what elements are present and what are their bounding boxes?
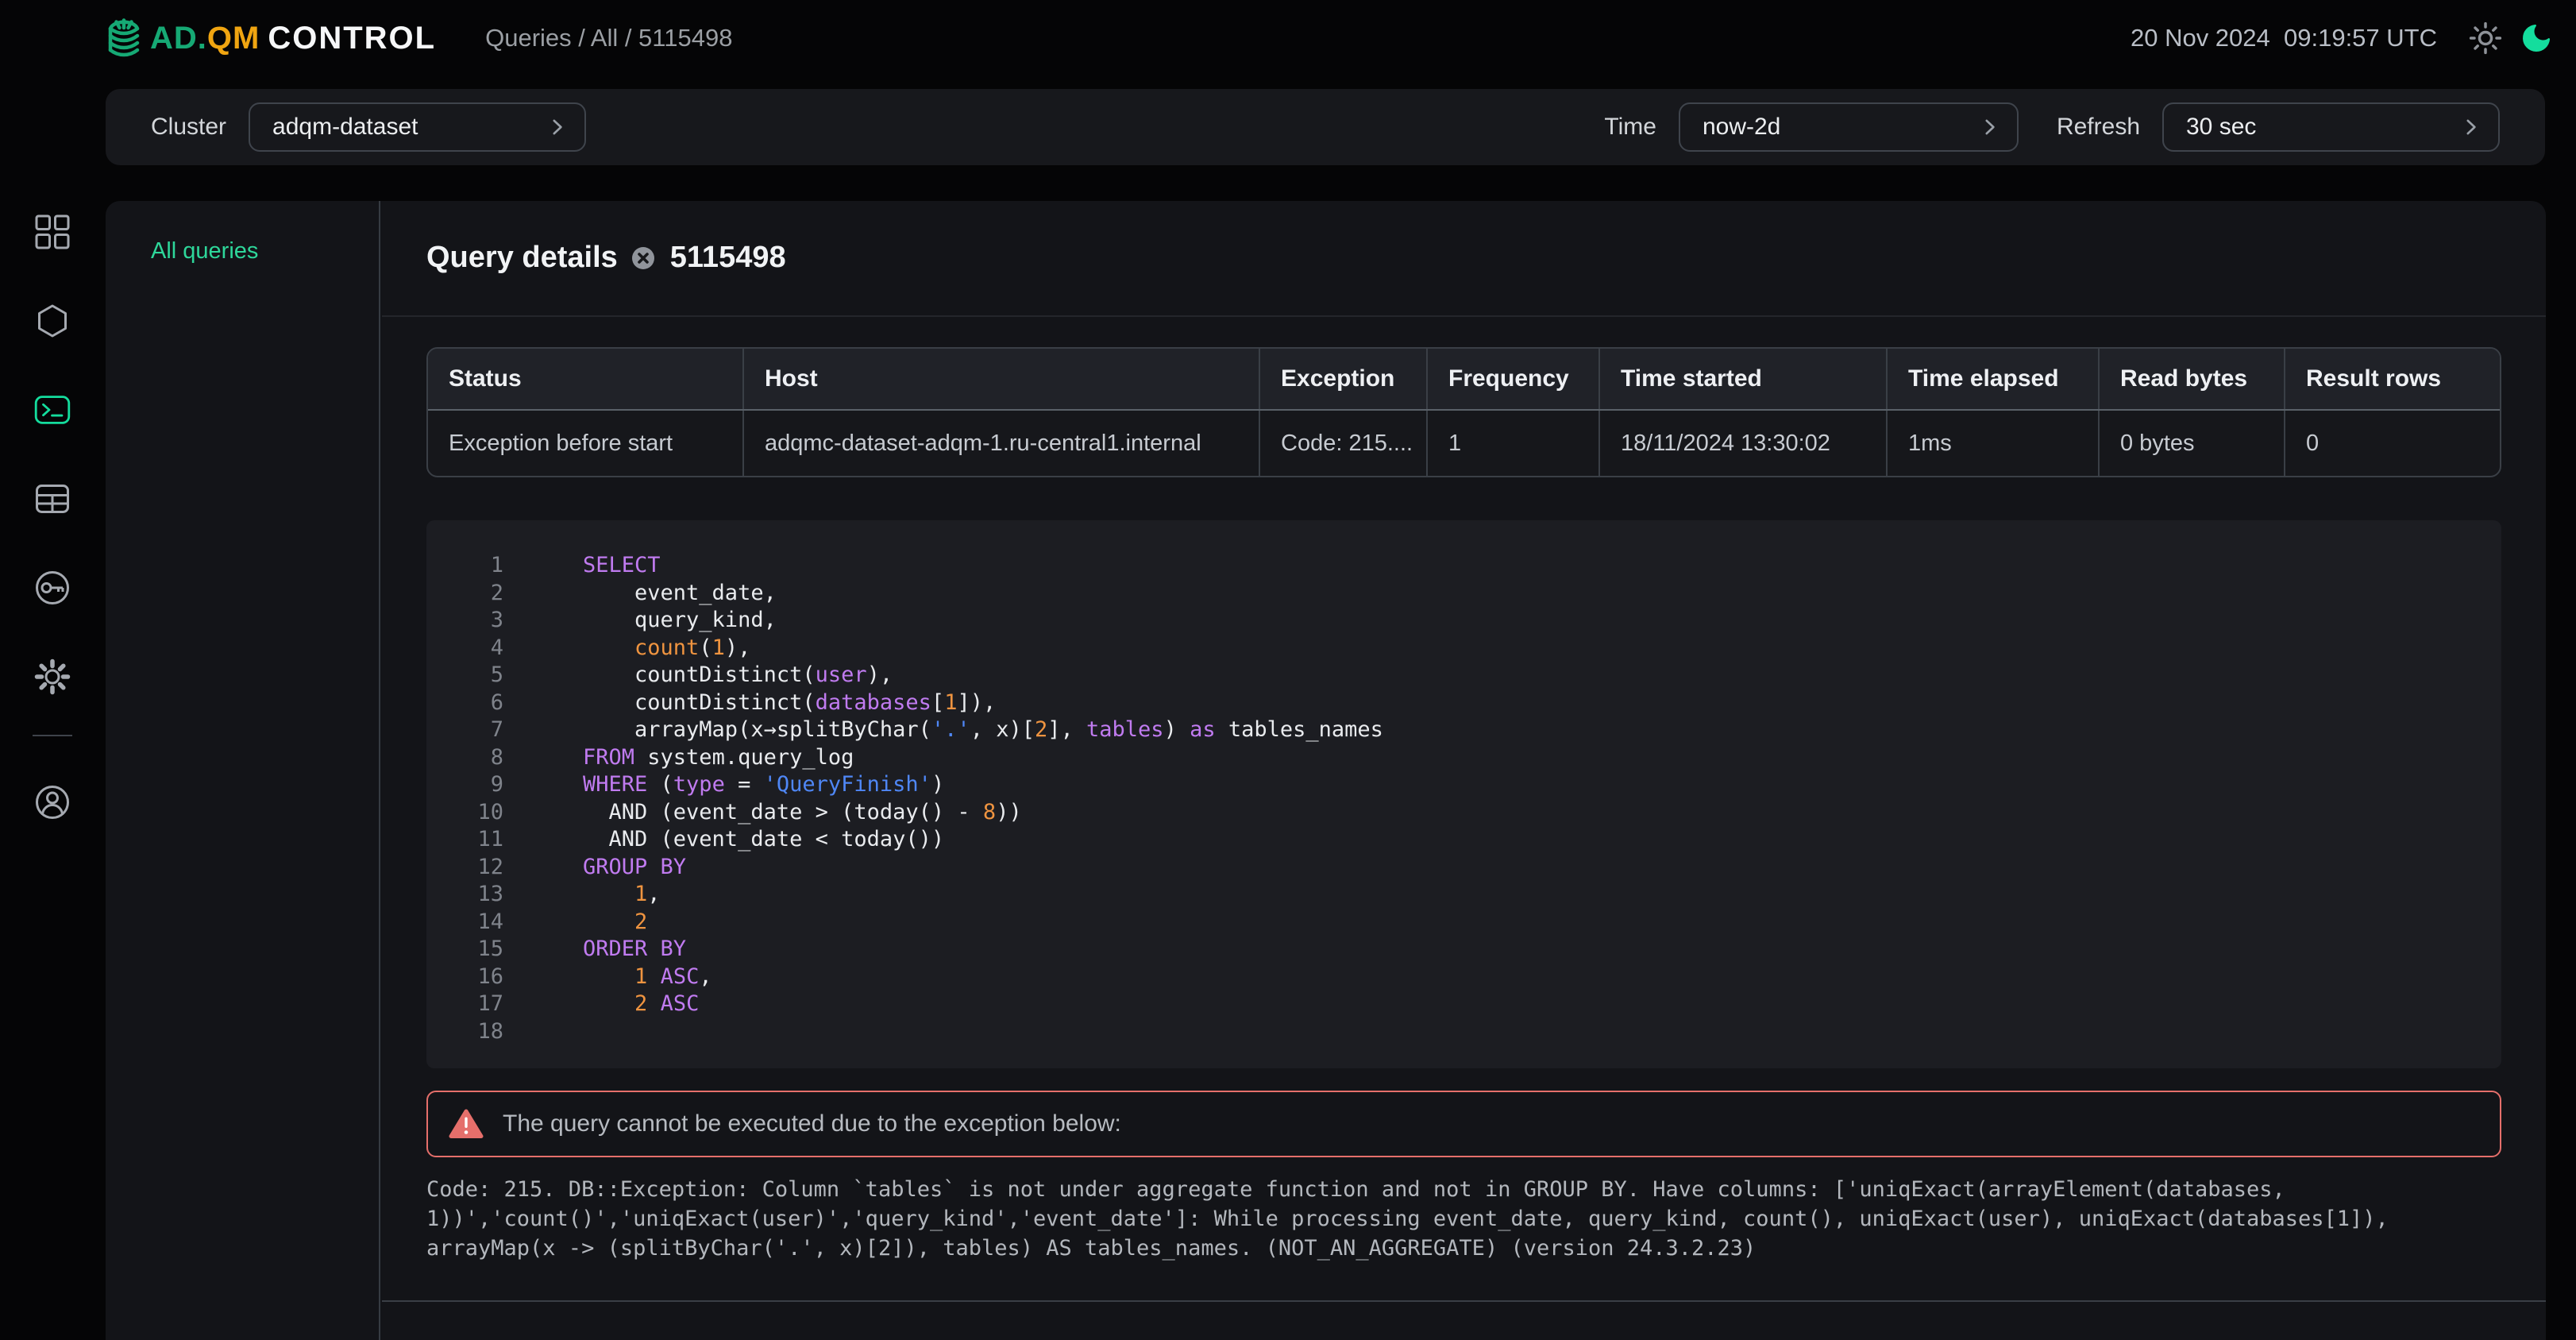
title-divider [382, 315, 2546, 317]
sql-code-block: 1SELECT2 event_date,3 query_kind,4 count… [426, 520, 2501, 1068]
code-line: 9WHERE (type = 'QueryFinish') [426, 771, 2501, 799]
code-line: 15ORDER BY [426, 936, 2501, 963]
table-cell: 0 bytes [2098, 411, 2284, 476]
code-line: 16 1 ASC, [426, 963, 2501, 991]
table-cell: 1 [1426, 411, 1598, 476]
code-line: 12GROUP BY [426, 854, 2501, 882]
alert-text: The query cannot be executed due to the … [503, 1110, 1121, 1137]
sql-code: 1SELECT2 event_date,3 query_kind,4 count… [426, 552, 2501, 1045]
access-key-icon[interactable] [34, 570, 71, 606]
time-select-value: now-2d [1703, 114, 1780, 141]
column-header: Exception [1259, 349, 1426, 409]
column-header: Status [428, 349, 742, 409]
all-queries-link[interactable]: All queries [151, 238, 258, 265]
code-line: 1SELECT [426, 552, 2501, 580]
code-line: 17 2 ASC [426, 991, 2501, 1018]
column-header: Read bytes [2098, 349, 2284, 409]
title-row: Query details 5115498 [426, 241, 786, 275]
summary-table: StatusHostExceptionFrequencyTime started… [426, 347, 2501, 477]
dashboard-icon[interactable] [34, 214, 71, 250]
table-cell: adqmc-dataset-adqm-1.ru-central1.interna… [742, 411, 1259, 476]
exception-text: Code: 215. DB::Exception: Column `tables… [426, 1175, 2389, 1263]
tables-icon[interactable] [34, 481, 71, 517]
main-panel: All queries Query details 5115498 Status… [106, 201, 2546, 1340]
cluster-label: Cluster [151, 114, 226, 141]
code-line: 5 countDistinct(user), [426, 662, 2501, 689]
table-cell: 0 [2284, 411, 2501, 476]
chevron-right-icon [546, 117, 567, 137]
refresh-select-value: 30 sec [2186, 114, 2256, 141]
queries-nav: All queries [106, 201, 380, 1340]
summary-table-row: Exception before startadqmc-dataset-adqm… [428, 411, 2500, 476]
column-header: Result rows [2284, 349, 2501, 409]
cluster-select[interactable]: adqm-dataset [249, 102, 586, 152]
table-cell: 18/11/2024 13:30:02 [1598, 411, 1886, 476]
query-id: 5115498 [670, 241, 786, 275]
filters-bar: Cluster adqm-dataset Time now-2d Refresh… [106, 89, 2545, 165]
cluster-select-value: adqm-dataset [272, 114, 418, 141]
left-icon-rail [0, 0, 106, 1340]
app-logo[interactable]: AD.QMCONTROL [106, 15, 436, 61]
nodes-hexagon-icon[interactable] [34, 303, 71, 339]
bottom-divider [382, 1300, 2546, 1302]
code-line: 11 AND (event_date < today()) [426, 826, 2501, 854]
table-cell: 1ms [1886, 411, 2098, 476]
time-select[interactable]: now-2d [1679, 102, 2019, 152]
rail-divider [33, 735, 72, 736]
table-cell: Exception before start [428, 411, 742, 476]
close-icon[interactable] [632, 247, 654, 269]
settings-gear-icon[interactable] [34, 658, 71, 695]
code-line: 4 count(1), [426, 635, 2501, 662]
code-line: 7 arrayMap(x→splitByChar('.', x)[2], tab… [426, 716, 2501, 744]
column-header: Host [742, 349, 1259, 409]
code-line: 14 2 [426, 909, 2501, 936]
theme-light-sun-icon[interactable] [2469, 21, 2502, 55]
account-icon[interactable] [34, 784, 71, 821]
logo-text: AD.QMCONTROL [150, 21, 436, 56]
top-header: AD.QMCONTROL Queries / All / 5115498 20 … [106, 0, 2576, 76]
code-line: 8FROM system.query_log [426, 744, 2501, 772]
content: Query details 5115498 StatusHostExceptio… [382, 201, 2546, 1340]
code-line: 10 AND (event_date > (today() - 8)) [426, 799, 2501, 827]
chevron-right-icon [2460, 117, 2481, 137]
breadcrumb[interactable]: Queries / All / 5115498 [485, 24, 732, 52]
code-line: 3 query_kind, [426, 607, 2501, 635]
refresh-select[interactable]: 30 sec [2162, 102, 2500, 152]
time-label: Time [1604, 114, 1656, 141]
utc-clock: 20 Nov 2024 09:19:57 UTC [2131, 24, 2437, 52]
table-cell: Code: 215.... [1259, 411, 1426, 476]
warning-triangle-icon [449, 1108, 484, 1140]
code-line: 2 event_date, [426, 580, 2501, 608]
column-header: Time elapsed [1886, 349, 2098, 409]
refresh-label: Refresh [2057, 114, 2140, 141]
queries-terminal-icon[interactable] [34, 392, 71, 428]
code-line: 13 1, [426, 881, 2501, 909]
column-header: Time started [1598, 349, 1886, 409]
exception-alert: The query cannot be executed due to the … [426, 1091, 2501, 1157]
code-line: 6 countDistinct(databases[1]), [426, 689, 2501, 717]
page-title: Query details [426, 241, 618, 275]
summary-table-head: StatusHostExceptionFrequencyTime started… [428, 349, 2500, 411]
logo-icon [106, 15, 142, 61]
chevron-right-icon [1979, 117, 1999, 137]
code-line: 18 [426, 1018, 2501, 1046]
theme-dark-moon-icon[interactable] [2520, 21, 2553, 55]
column-header: Frequency [1426, 349, 1598, 409]
